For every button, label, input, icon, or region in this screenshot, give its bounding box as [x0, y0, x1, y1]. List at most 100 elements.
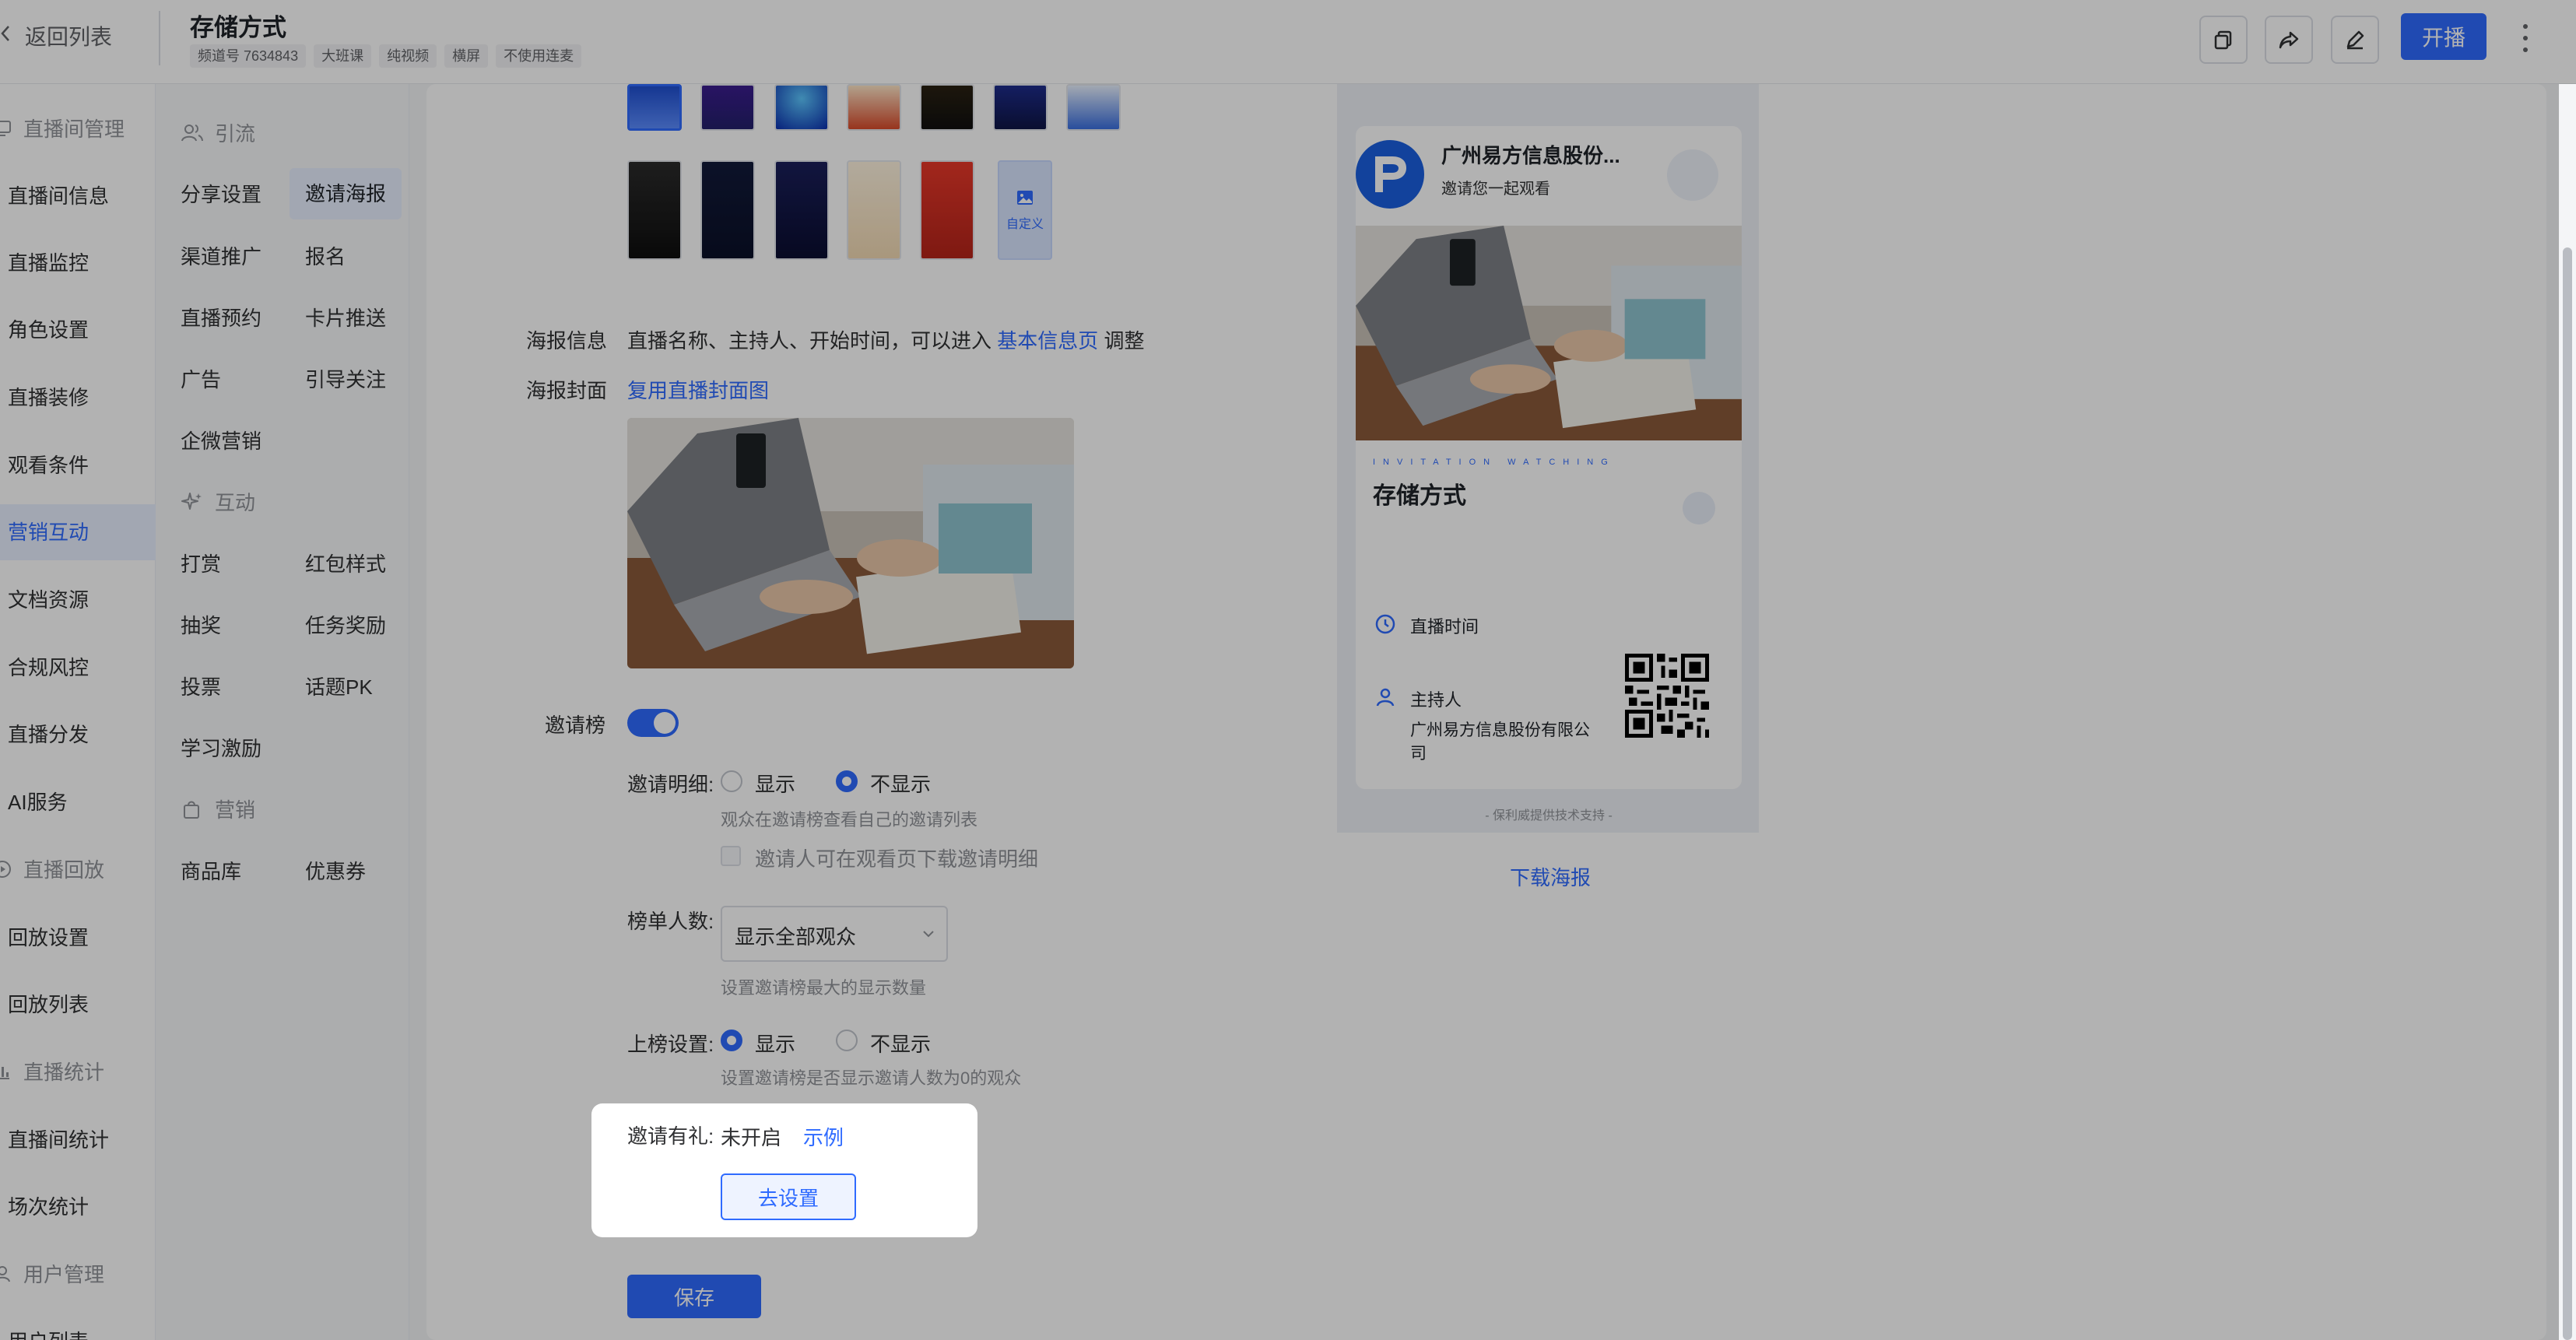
poster-cover-image — [627, 418, 1074, 668]
preview-tagline: INVITATION WATCHING — [1373, 458, 1616, 467]
poster-template-11[interactable] — [847, 160, 901, 260]
sidebar-group-label: 直播统计 — [23, 1061, 105, 1084]
subnav-follow-guide[interactable]: 引导关注 — [305, 364, 386, 393]
sidebar-item-distribution[interactable]: 直播分发 — [8, 719, 89, 748]
copy-button[interactable] — [2199, 16, 2248, 64]
more-dot — [2523, 35, 2528, 40]
preview-invite-text: 邀请您一起观看 — [1441, 181, 1550, 198]
subnav-task-reward[interactable]: 任务奖励 — [305, 610, 386, 639]
sidebar-group-replay: 直播回放 — [0, 854, 104, 883]
sidebar-item-session-stats[interactable]: 场次统计 — [8, 1191, 89, 1220]
preview-host-label: 主持人 — [1410, 690, 1462, 710]
reuse-live-cover-link[interactable]: 复用直播封面图 — [627, 375, 769, 404]
subnav-redpacket-style[interactable]: 红包样式 — [305, 549, 386, 577]
poster-preview-card: 广州易方信息股份... 邀请您一起观看 INVITATION WATCHING … — [1356, 126, 1742, 789]
subnav-group-label: 引流 — [215, 122, 256, 146]
pencil-icon — [2346, 30, 2364, 50]
poster-info-suffix: 调整 — [1104, 329, 1145, 353]
subnav-reward[interactable]: 打赏 — [181, 549, 221, 577]
more-menu-button[interactable] — [2514, 20, 2537, 56]
ranking-count-select[interactable]: 显示全部观众 — [721, 906, 948, 962]
poster-template-9[interactable] — [700, 160, 755, 260]
subnav-vote[interactable]: 投票 — [181, 672, 221, 700]
sidebar-item-compliance[interactable]: 合规风控 — [8, 652, 89, 681]
subnav-product-library[interactable]: 商品库 — [181, 856, 241, 885]
poster-template-1[interactable] — [627, 84, 682, 131]
more-dot — [2523, 23, 2528, 29]
subnav-card-push[interactable]: 卡片推送 — [305, 303, 386, 331]
sidebar-item-documents[interactable]: 文档资源 — [8, 584, 89, 613]
sidebar-item-room-stats[interactable]: 直播间统计 — [8, 1124, 109, 1153]
download-detail-checkbox[interactable] — [721, 846, 741, 866]
poster-cover-label: 海报封面 — [526, 379, 608, 402]
invite-gift-example-link[interactable]: 示例 — [803, 1122, 844, 1151]
page-scrollbar[interactable] — [2559, 84, 2576, 1340]
image-icon — [1017, 191, 1033, 205]
subnav-learning-incentive[interactable]: 学习激励 — [181, 733, 261, 762]
save-button[interactable]: 保存 — [627, 1275, 761, 1318]
invite-detail-show-label: 显示 — [755, 773, 796, 796]
subnav-invite-poster[interactable]: 邀请海报 — [290, 168, 402, 219]
sidebar-group-live-room: 直播间管理 — [0, 114, 125, 142]
subnav-share-settings[interactable]: 分享设置 — [181, 179, 261, 208]
subnav-live-reservation[interactable]: 直播预约 — [181, 303, 261, 331]
poster-template-4[interactable] — [847, 84, 901, 131]
poster-template-custom[interactable]: 自定义 — [998, 160, 1052, 260]
poster-template-10[interactable] — [774, 160, 829, 260]
on-list-hide-radio[interactable] — [836, 1030, 858, 1051]
sidebar-item-replay-settings[interactable]: 回放设置 — [8, 922, 89, 951]
on-list-show-radio[interactable] — [721, 1030, 742, 1051]
invite-detail-hint: 观众在邀请榜查看自己的邀请列表 — [721, 810, 978, 830]
tag-mic: 不使用连麦 — [496, 44, 582, 68]
edit-button[interactable] — [2331, 16, 2379, 64]
subnav-topic-pk[interactable]: 话题PK — [305, 672, 373, 700]
share-button[interactable] — [2265, 16, 2313, 64]
subnav-wecom-marketing[interactable]: 企微营销 — [181, 426, 261, 454]
ranking-count-hint: 设置邀请榜最大的显示数量 — [721, 978, 927, 998]
person-icon — [1376, 688, 1395, 707]
poster-template-2[interactable] — [700, 84, 755, 131]
subnav-channel-promo[interactable]: 渠道推广 — [181, 241, 261, 270]
subnav-group-label: 互动 — [215, 491, 256, 514]
poster-template-7[interactable] — [1066, 84, 1121, 131]
on-list-label: 上榜设置: — [627, 1033, 714, 1056]
subnav-coupon[interactable]: 优惠券 — [305, 856, 366, 885]
invite-detail-hide-radio[interactable] — [836, 770, 858, 792]
poster-template-8[interactable] — [627, 160, 682, 260]
download-poster-link[interactable]: 下载海报 — [1510, 862, 1591, 891]
page-title: 存储方式 — [190, 14, 286, 41]
sidebar-item-marketing[interactable]: 营销互动 — [0, 504, 156, 560]
invite-detail-show-radio[interactable] — [721, 770, 742, 792]
poster-info-text: 直播名称、主持人、开始时间，可以进入 基本信息页 调整 — [627, 325, 1145, 354]
sub-navigation: 引流 分享设置 邀请海报 渠道推广 报名 直播预约 卡片推送 广告 引导关注 企… — [156, 84, 409, 1340]
sidebar-item-room-info[interactable]: 直播间信息 — [8, 181, 109, 209]
poster-template-5[interactable] — [920, 84, 974, 131]
subnav-group-traffic: 引流 — [181, 118, 255, 147]
poster-template-3[interactable] — [774, 84, 829, 131]
scrollbar-thumb[interactable] — [2563, 247, 2572, 1340]
sidebar-item-roles[interactable]: 角色设置 — [8, 314, 89, 343]
start-live-button[interactable]: 开播 — [2401, 13, 2487, 60]
invite-gift-setup-button[interactable]: 去设置 — [721, 1173, 856, 1220]
invite-ranking-label: 邀请榜 — [545, 714, 606, 737]
subnav-lottery[interactable]: 抽奖 — [181, 610, 221, 639]
sidebar-item-user-list[interactable]: 用户列表 — [8, 1326, 89, 1340]
invite-detail-label: 邀请明细: — [627, 773, 714, 796]
logo-p-icon — [1375, 156, 1406, 192]
subnav-registration[interactable]: 报名 — [305, 241, 346, 270]
poster-template-6[interactable] — [993, 84, 1048, 131]
copy-icon — [2214, 30, 2232, 50]
poster-template-12[interactable] — [920, 160, 974, 260]
sidebar-item-replay-list[interactable]: 回放列表 — [8, 989, 89, 1018]
sidebar-group-label: 直播间管理 — [23, 118, 125, 141]
invite-ranking-toggle[interactable] — [627, 709, 679, 737]
sparkle-icon — [181, 492, 202, 510]
sidebar-item-decoration[interactable]: 直播装修 — [8, 382, 89, 411]
invite-gift-status: 未开启 — [721, 1126, 782, 1149]
sidebar-item-monitor[interactable]: 直播监控 — [8, 247, 89, 276]
sidebar-item-ai[interactable]: AI服务 — [8, 787, 68, 816]
back-to-list-link[interactable]: 返回列表 — [0, 22, 112, 50]
sidebar-item-watch-conditions[interactable]: 观看条件 — [8, 450, 89, 479]
basic-info-page-link[interactable]: 基本信息页 — [997, 329, 1098, 353]
subnav-ads[interactable]: 广告 — [181, 364, 221, 393]
